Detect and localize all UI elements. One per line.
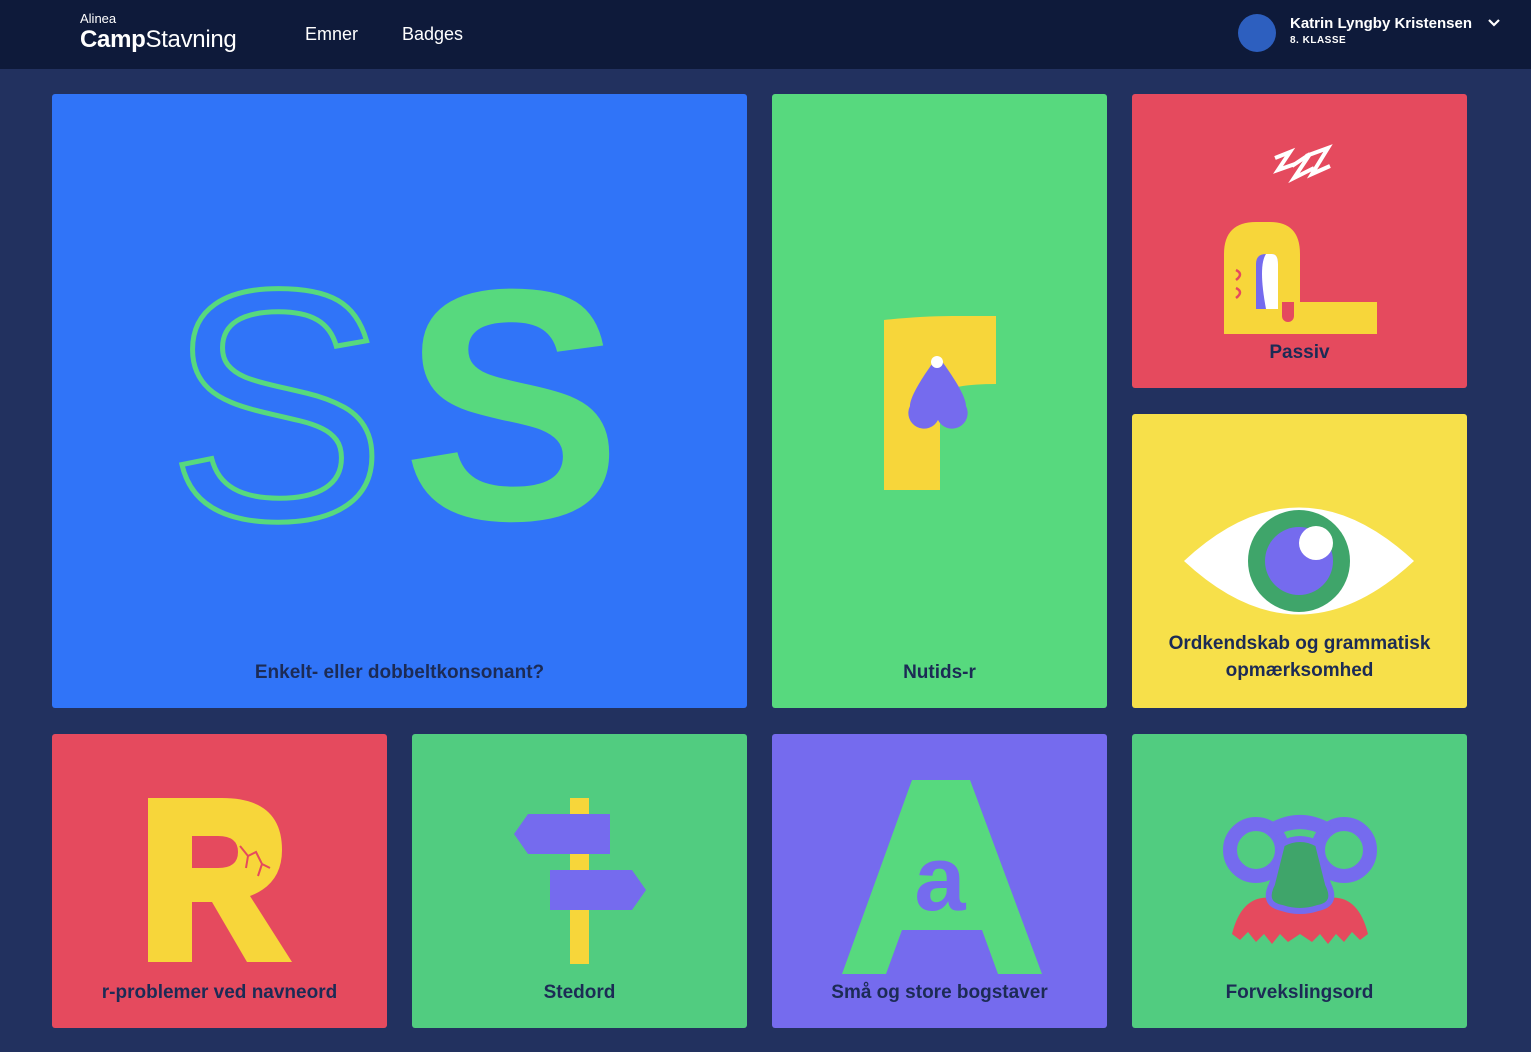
tile-label: Enkelt- eller dobbeltkonsonant? xyxy=(254,662,545,683)
tile-label: Stedord xyxy=(543,982,616,1003)
tile-label: Små og store bogstaver xyxy=(831,982,1048,1003)
brand-title-bold: Camp xyxy=(80,26,146,53)
nav-emner[interactable]: Emner xyxy=(305,24,358,45)
brand-title-rest: Stavning xyxy=(145,26,237,53)
topic-tile-enkelt-dobbelt[interactable]: S S Enkelt- eller dobbeltkonsonant? xyxy=(52,94,747,708)
svg-text:S: S xyxy=(402,220,622,589)
topic-tile-nutids-r[interactable]: Nutids-r xyxy=(772,94,1107,708)
topic-tile-ordkendskab[interactable]: Ordkendskab og grammatisk opmærksomhed xyxy=(1132,414,1467,708)
tile-label: Forvekslingsord xyxy=(1225,982,1374,1003)
topic-tile-passiv[interactable]: Passiv xyxy=(1132,94,1467,388)
tile-label: Ordkendskab og grammatisk opmærksomhed xyxy=(1168,633,1431,681)
svg-text:a: a xyxy=(914,828,966,930)
topic-tile-stedord[interactable]: Stedord xyxy=(412,734,747,1028)
chevron-down-icon[interactable] xyxy=(1486,15,1502,31)
brand-logo[interactable]: Alinea CampStavning xyxy=(80,11,237,54)
brand-title: CampStavning xyxy=(80,26,237,54)
topic-tile-smaa-store[interactable]: a Små og store bogstaver xyxy=(772,734,1107,1028)
svg-text:S: S xyxy=(167,220,387,589)
ss-letters-icon: S S xyxy=(164,218,622,592)
brand-publisher: Alinea xyxy=(80,11,117,26)
tile-label: r-problemer ved navneord xyxy=(101,982,338,1003)
tile-label: Nutids-r xyxy=(903,662,976,683)
user-name[interactable]: Katrin Lyngby Kristensen xyxy=(1290,15,1472,32)
topic-tile-forvekslingsord[interactable]: Forvekslingsord xyxy=(1132,734,1467,1028)
r-tear-icon xyxy=(884,316,996,490)
tile-label: Passiv xyxy=(1269,342,1330,363)
avatar[interactable] xyxy=(1238,14,1276,52)
nav-badges[interactable]: Badges xyxy=(402,24,463,45)
user-class: 8. KLASSE xyxy=(1290,35,1347,46)
top-bar: Alinea CampStavning Emner Badges Katrin … xyxy=(0,0,1531,69)
topic-tile-r-problemer[interactable]: r-problemer ved navneord xyxy=(52,734,387,1028)
